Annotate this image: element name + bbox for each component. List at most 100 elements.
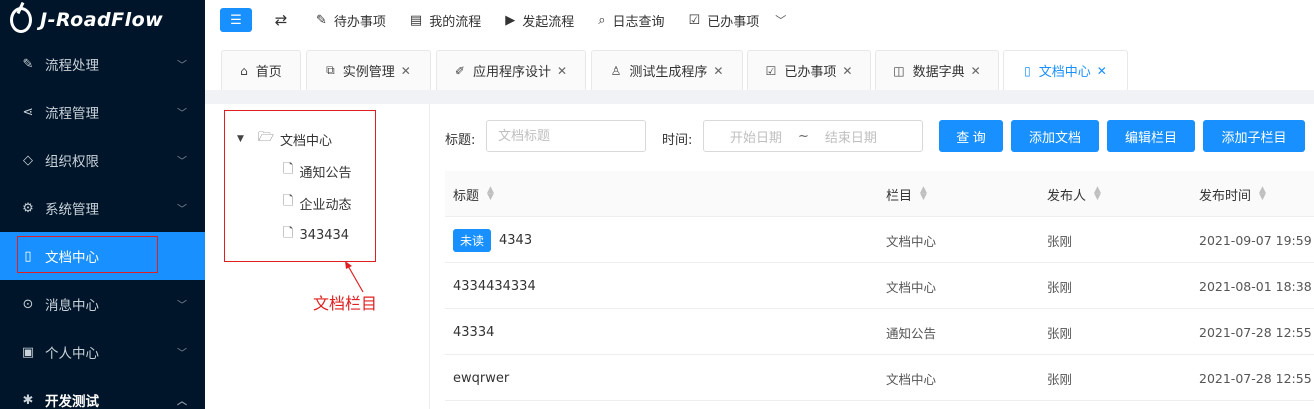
tab-document-center[interactable]: ▯ 文档中心 ✕ xyxy=(1003,50,1128,90)
tree-node-label: 企业动态 xyxy=(299,197,352,213)
chevron-down-icon: ﹀ xyxy=(177,204,187,216)
top-link-done[interactable]: ☑ 已办事项 xyxy=(689,11,760,30)
copy-icon: ⧉ xyxy=(326,63,335,77)
tab-label: 文档中心 xyxy=(1038,65,1091,80)
end-date[interactable]: 结束日期 xyxy=(825,127,877,146)
tab-app-design[interactable]: ✐ 应用程序设计 ✕ xyxy=(436,50,586,90)
tab-instance-management[interactable]: ⧉ 实例管理 ✕ xyxy=(306,50,431,90)
file-icon: 🗋 xyxy=(283,162,294,177)
sidebar-item-org-permissions[interactable]: ◇ 组织权限 ﹀ xyxy=(0,136,205,184)
edit-column-button[interactable]: 编辑栏目 xyxy=(1107,120,1195,152)
tree-node[interactable]: 🗋 企业动态 xyxy=(283,192,351,214)
column-header-column[interactable]: 栏目 ▲ ▼ xyxy=(886,171,927,217)
cell-author: 张刚 xyxy=(1047,325,1073,341)
tab-home[interactable]: ⌂ 首页 xyxy=(221,50,301,90)
start-date[interactable]: 开始日期 xyxy=(730,127,782,146)
close-icon[interactable]: ✕ xyxy=(842,64,852,78)
add-document-button[interactable]: 添加文档 xyxy=(1011,120,1099,152)
document-title-link[interactable]: 4343 xyxy=(499,233,532,248)
code-icon: ✱ xyxy=(22,392,34,408)
tab-data-dictionary[interactable]: ◫ 数据字典 ✕ xyxy=(875,50,999,90)
cell-time: 2021-07-28 12:55 xyxy=(1199,324,1312,340)
close-icon[interactable]: ✕ xyxy=(713,64,723,78)
cell-time: 2021-07-28 12:55 xyxy=(1199,370,1312,386)
document-title-link[interactable]: ewqrwer xyxy=(453,355,509,401)
column-header-label: 标题 xyxy=(453,188,480,204)
chevron-down-icon[interactable]: ﹀ xyxy=(775,12,786,28)
checkbox-icon: ☑ xyxy=(765,63,777,78)
close-icon[interactable]: ✕ xyxy=(1097,64,1107,78)
table-row[interactable]: 43334 通知公告 张刚 2021-07-28 12:55 xyxy=(445,309,1314,355)
title-input[interactable] xyxy=(486,120,646,152)
table-row[interactable]: 4334434334 文档中心 张刚 2021-08-01 18:38 xyxy=(445,263,1314,309)
tab-test-generate[interactable]: ♙ 测试生成程序 ✕ xyxy=(591,50,743,90)
id-card-icon: ▣ xyxy=(21,344,35,360)
file-icon: 🗋 xyxy=(283,194,294,209)
tree-node[interactable]: 🗋 343434 xyxy=(283,224,349,246)
date-range-picker[interactable]: 开始日期 ~ 结束日期 xyxy=(703,120,923,152)
sort-icon[interactable]: ▲ ▼ xyxy=(1094,186,1101,202)
sidebar-item-system-management[interactable]: ⚙ 系统管理 ﹀ xyxy=(0,184,205,232)
top-link-start-process[interactable]: ▶ 发起流程 xyxy=(505,11,574,30)
sort-icon[interactable]: ▲ ▼ xyxy=(920,186,927,202)
sidebar-item-label: 组织权限 xyxy=(45,154,99,170)
sidebar-item-dev-test[interactable]: ✱ 开发测试 ︿ xyxy=(0,376,205,409)
caret-down-icon[interactable]: ▼ xyxy=(237,134,244,144)
document-title-link[interactable]: 43334 xyxy=(453,309,494,355)
tab-label: 数据字典 xyxy=(912,65,965,80)
cell-column: 通知公告 xyxy=(886,325,937,341)
sidebar-item-label: 开发测试 xyxy=(45,394,99,409)
logo-icon xyxy=(10,7,32,33)
sort-icon[interactable]: ▲ ▼ xyxy=(487,186,494,202)
sidebar-item-process-handling[interactable]: ✎ 流程处理 ﹀ xyxy=(0,40,205,88)
logo: J-RoadFlow xyxy=(0,0,205,40)
top-link-my-process[interactable]: ▤ 我的流程 xyxy=(410,11,481,30)
chevron-down-icon: ﹀ xyxy=(177,156,187,168)
column-header-title[interactable]: 标题 ▲ ▼ xyxy=(453,171,494,217)
tree-node-label: 343434 xyxy=(299,227,350,243)
chevron-down-icon: ﹀ xyxy=(177,348,187,360)
sidebar-item-message-center[interactable]: ⊙ 消息中心 ﹀ xyxy=(0,280,205,328)
cell-column: 文档中心 xyxy=(886,371,937,387)
query-button[interactable]: 查 询 xyxy=(939,120,1003,152)
top-link-todo[interactable]: ✎ 待办事项 xyxy=(316,11,386,30)
logo-text: J-RoadFlow xyxy=(40,9,164,31)
top-link-log-query[interactable]: ⌕ 日志查询 xyxy=(598,11,664,30)
sidebar-item-label: 系统管理 xyxy=(45,202,99,218)
close-icon[interactable]: ✕ xyxy=(401,64,411,78)
top-link-label: 待办事项 xyxy=(333,14,386,30)
tree-node[interactable]: 🗋 通知公告 xyxy=(283,160,351,182)
table-row[interactable]: ewqrwer 文档中心 张刚 2021-07-28 12:55 xyxy=(445,355,1314,401)
close-icon[interactable]: ✕ xyxy=(971,64,981,78)
sidebar-item-personal-center[interactable]: ▣ 个人中心 ﹀ xyxy=(0,328,205,376)
column-header-label: 发布人 xyxy=(1047,188,1087,204)
sort-icon[interactable]: ▲ ▼ xyxy=(1259,186,1266,202)
document-title-link[interactable]: 4334434334 xyxy=(453,263,536,309)
tab-label: 已办事项 xyxy=(784,65,837,80)
checkbox-icon: ☑ xyxy=(688,12,701,28)
sidebar-item-label: 流程处理 xyxy=(45,58,99,74)
category-tree-panel: ▼ 🗁 文档中心 🗋 通知公告 🗋 企业动态 🗋 343434 文档栏目 xyxy=(205,104,430,409)
tabs-bar: ⌂ 首页 ⧉ 实例管理 ✕ ✐ 应用程序设计 ✕ ♙ 测试生成程序 ✕ ☑ 已办… xyxy=(205,40,1314,90)
home-icon: ⌂ xyxy=(240,63,248,78)
add-subcolumn-button[interactable]: 添加子栏目 xyxy=(1203,120,1305,152)
cell-column: 文档中心 xyxy=(886,279,937,295)
sidebar-item-process-management[interactable]: ⋖ 流程管理 ﹀ xyxy=(0,88,205,136)
table-header: 标题 ▲ ▼ 栏目 ▲ ▼ 发布人 ▲ ▼ 发布时间 ▲ ▼ xyxy=(445,171,1314,217)
sidebar-item-document-center[interactable]: ▯ 文档中心 xyxy=(0,232,205,280)
tab-done-items[interactable]: ☑ 已办事项 ✕ xyxy=(747,50,871,90)
file-icon: 🗋 xyxy=(283,226,294,241)
top-link-label: 日志查询 xyxy=(612,14,665,30)
table-row[interactable]: 未读 4343 文档中心 张刚 2021-09-07 19:59 xyxy=(445,217,1314,263)
tree-node-root[interactable]: ▼ 🗁 文档中心 xyxy=(237,128,332,150)
swap-icon[interactable]: ⇄ xyxy=(270,11,292,29)
cell-time: 2021-08-01 18:38 xyxy=(1199,278,1312,294)
column-header-time[interactable]: 发布时间 ▲ ▼ xyxy=(1199,171,1266,217)
close-icon[interactable]: ✕ xyxy=(557,64,567,78)
folder-open-icon: 🗁 xyxy=(257,130,275,145)
column-header-author[interactable]: 发布人 ▲ ▼ xyxy=(1047,171,1101,217)
edit-icon: ✎ xyxy=(22,56,34,72)
book-icon: ◫ xyxy=(893,63,905,78)
menu-toggle-button[interactable]: ☰ xyxy=(220,8,252,32)
unread-badge: 未读 xyxy=(453,228,492,252)
